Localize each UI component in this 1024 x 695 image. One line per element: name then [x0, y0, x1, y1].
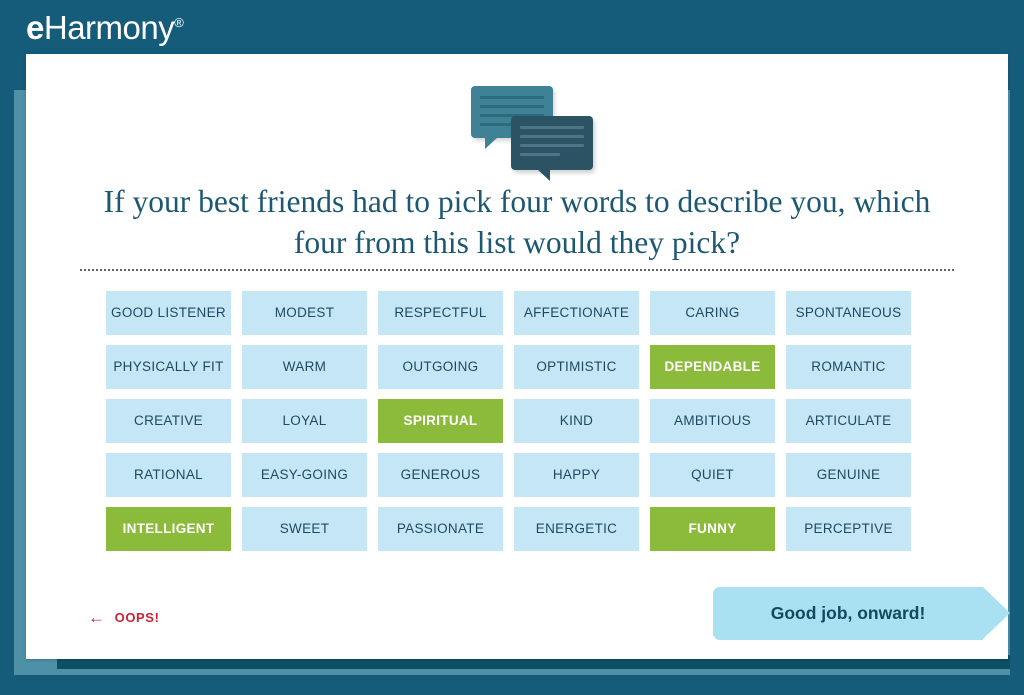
word-option[interactable]: QUIET [650, 453, 775, 497]
word-option[interactable]: SPONTANEOUS [786, 291, 911, 335]
word-option[interactable]: EASY-GOING [242, 453, 367, 497]
question-heading: If your best friends had to pick four wo… [103, 184, 931, 260]
word-option[interactable]: GOOD LISTENER [106, 291, 231, 335]
word-option[interactable]: GENEROUS [378, 453, 503, 497]
word-option[interactable]: ARTICULATE [786, 399, 911, 443]
word-option[interactable]: GENUINE [786, 453, 911, 497]
word-option[interactable]: DEPENDABLE [650, 345, 775, 389]
registered-trademark-icon: ® [174, 15, 184, 30]
word-option[interactable]: KIND [514, 399, 639, 443]
word-option[interactable]: SPIRITUAL [378, 399, 503, 443]
arrow-point-icon [983, 587, 1010, 639]
word-option[interactable]: PHYSICALLY FIT [106, 345, 231, 389]
word-choice-grid: GOOD LISTENER MODEST RESPECTFUL AFFECTIONAT… [106, 291, 928, 551]
quiz-card: If your best friends had to pick four wo… [26, 54, 1010, 659]
bubble-back-tail [485, 137, 498, 149]
word-option[interactable]: RATIONAL [106, 453, 231, 497]
word-option[interactable]: INTELLIGENT [106, 507, 231, 551]
word-option[interactable]: WARM [242, 345, 367, 389]
word-option[interactable]: FUNNY [650, 507, 775, 551]
word-option[interactable]: OUTGOING [378, 345, 503, 389]
back-oops-label: OOPS! [114, 610, 160, 625]
word-option[interactable]: MODEST [242, 291, 367, 335]
word-option[interactable]: PASSIONATE [378, 507, 503, 551]
word-option[interactable]: ENERGETIC [514, 507, 639, 551]
logo-letter-e: e [26, 9, 44, 46]
word-option[interactable]: RESPECTFUL [378, 291, 503, 335]
bubble-front-tail [537, 169, 550, 181]
word-option[interactable]: SWEET [242, 507, 367, 551]
bubble-front-lines [520, 126, 584, 162]
next-onward-button[interactable]: Good job, onward! [713, 587, 1010, 640]
word-option[interactable]: AFFECTIONATE [514, 291, 639, 335]
left-arrow-icon: ← [88, 608, 106, 627]
word-option[interactable]: PERCEPTIVE [786, 507, 911, 551]
word-option[interactable]: AMBITIOUS [650, 399, 775, 443]
word-option[interactable]: CARING [650, 291, 775, 335]
word-option[interactable]: HAPPY [514, 453, 639, 497]
word-option[interactable]: CREATIVE [106, 399, 231, 443]
logo-wordmark: Harmony [43, 9, 175, 46]
dotted-divider [80, 269, 954, 271]
word-option[interactable]: ROMANTIC [786, 345, 911, 389]
back-oops-button[interactable]: ← OOPS! [88, 609, 160, 626]
eharmony-logo: eHarmony® [26, 9, 184, 47]
word-option[interactable]: OPTIMISTIC [514, 345, 639, 389]
next-onward-label: Good job, onward! [770, 603, 926, 623]
word-option[interactable]: LOYAL [242, 399, 367, 443]
speech-bubbles-icon [449, 84, 609, 181]
speech-bubble-front-icon [511, 116, 593, 181]
